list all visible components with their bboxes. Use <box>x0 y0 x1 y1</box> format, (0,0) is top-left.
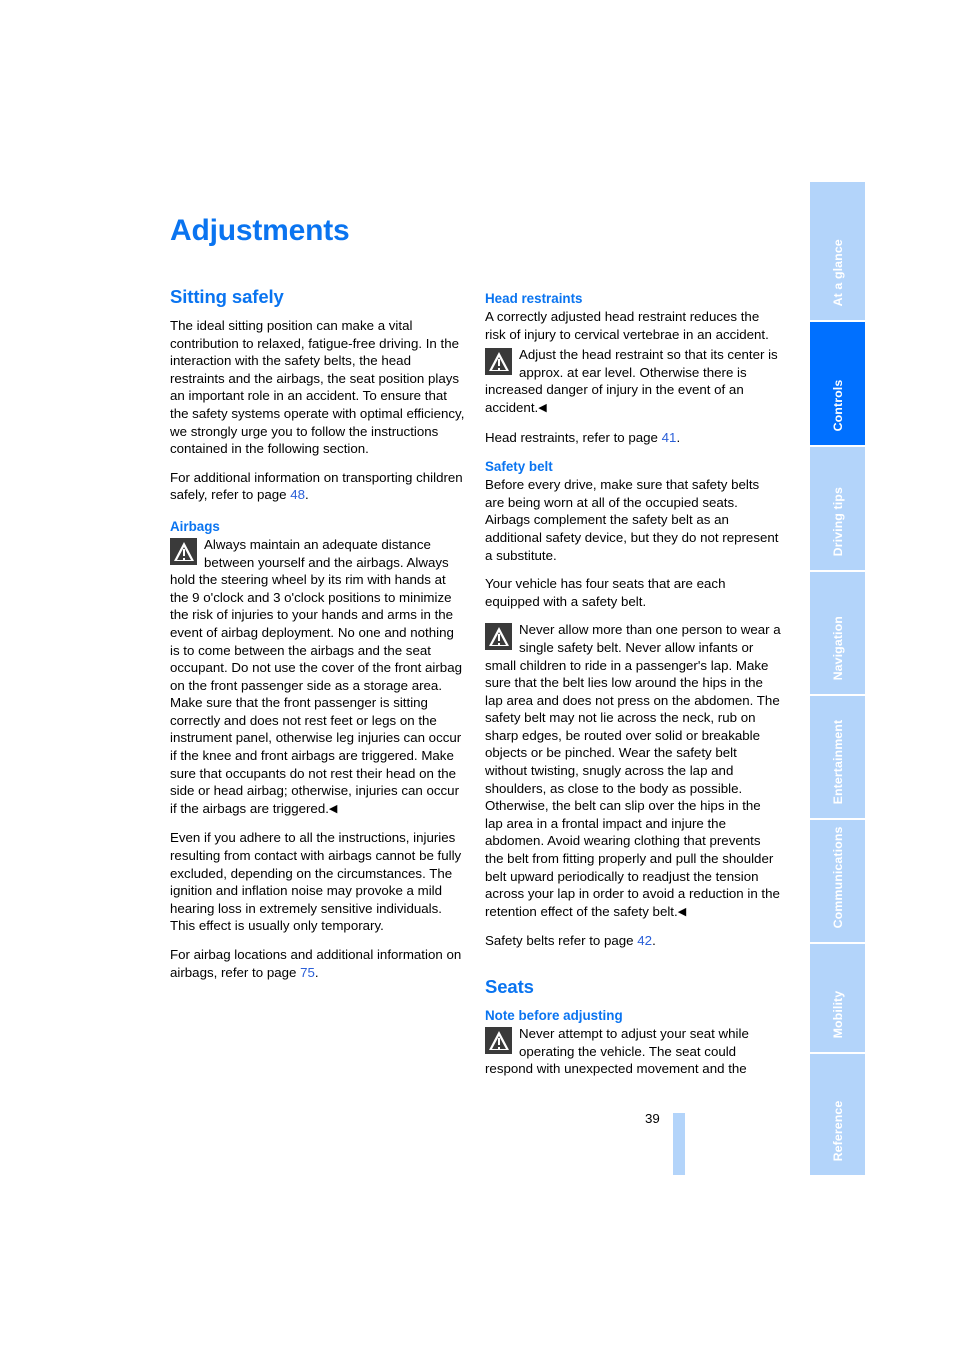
tab-entertainment[interactable]: Entertainment <box>810 696 865 820</box>
page-link-75[interactable]: 75 <box>300 965 315 980</box>
paragraph-safety-belt-1: Before every drive, make sure that safet… <box>485 477 779 563</box>
tab-label: Communications <box>830 826 845 928</box>
exclamation-mark-glyph <box>498 359 501 370</box>
subsection-heading-note-before-adjusting: Note before adjusting <box>485 1008 623 1023</box>
paragraph-head-restraints: A correctly adjusted head restraint redu… <box>485 309 769 342</box>
subsection-heading-airbags: Airbags <box>170 518 220 534</box>
warning-block-note-before-adjusting: Never attempt to adjust your seat while … <box>485 1025 781 1078</box>
tab-reference[interactable]: Reference <box>810 1054 865 1175</box>
exclamation-mark-glyph <box>498 634 501 646</box>
warning-text-airbags: Always maintain an adequate distance bet… <box>170 536 466 819</box>
left-text-column: Adjustments Sitting safely The ideal sit… <box>170 214 466 992</box>
airbag-locations-suffix: . <box>314 964 319 980</box>
paragraph-head-restraints-reference: Head restraints, refer to page 41. <box>485 429 781 447</box>
warning-text-safety-belt: Never allow more than one person to wear… <box>485 621 781 921</box>
page-number: 39 <box>645 1111 660 1126</box>
tab-driving-tips[interactable]: Driving tips <box>810 447 865 572</box>
section-heading-seats: Seats <box>485 976 534 997</box>
warning-end-marker: ◀ <box>677 905 687 918</box>
safety-belt-ref-prefix: Safety belts refer to page <box>485 933 638 949</box>
exclamation-mark-glyph <box>498 1038 501 1049</box>
section-heading-sitting-safely: Sitting safely <box>170 286 284 307</box>
children-ref-prefix: For additional information on transporti… <box>170 469 463 503</box>
tab-navigation[interactable]: Navigation <box>810 572 865 696</box>
tab-communications[interactable]: Communications <box>810 820 865 944</box>
page-link-48[interactable]: 48 <box>290 487 305 502</box>
paragraph-safety-belt-reference: Safety belts refer to page 42. <box>485 932 781 950</box>
safety-belt-ref-suffix: . <box>652 933 656 949</box>
head-restraints-ref-prefix: Head restraints, refer to page <box>485 429 662 445</box>
right-text-column: Head restraints A correctly adjusted hea… <box>485 290 781 1089</box>
children-ref-suffix: . <box>305 487 309 503</box>
warning-end-marker: ◀ <box>538 401 547 414</box>
warning-text-head-restraints: Adjust the head restraint so that its ce… <box>485 346 781 417</box>
warning-block-airbags: Always maintain an adequate distance bet… <box>170 536 466 819</box>
tab-at-a-glance[interactable]: At a glance <box>810 182 865 322</box>
paragraph-airbags-note: Even if you adhere to all the instructio… <box>170 830 462 934</box>
warning-block-head-restraints: Adjust the head restraint so that its ce… <box>485 346 781 417</box>
warning-triangle-icon <box>170 537 197 565</box>
page-number-accent-bar <box>673 1113 685 1175</box>
subsection-heading-safety-belt: Safety belt <box>485 459 553 475</box>
tab-label: Navigation <box>830 615 845 680</box>
warning-airbags-line-3: Do not use the cover of the front airbag… <box>170 660 462 764</box>
tab-mobility[interactable]: Mobility <box>810 944 865 1054</box>
subsection-heading-head-restraints: Head restraints <box>485 291 583 306</box>
tab-label: At a glance <box>830 238 845 306</box>
warning-safety-belt-body: Never allow more than one person to wear… <box>485 622 781 919</box>
chapter-tab-rail: At a glance Controls Driving tips Naviga… <box>810 182 865 1177</box>
page-link-42[interactable]: 42 <box>637 933 652 948</box>
tab-label: Entertainment <box>830 719 845 804</box>
exclamation-mark-glyph <box>183 548 186 560</box>
warning-end-marker: ◀ <box>328 802 338 815</box>
tab-label: Reference <box>830 1100 845 1161</box>
page-link-41[interactable]: 41 <box>662 430 677 445</box>
warning-triangle-icon <box>485 348 512 376</box>
tab-label: Mobility <box>830 990 845 1038</box>
page-title: Adjustments <box>170 214 350 247</box>
paragraph-airbag-locations: For airbag locations and additional info… <box>170 946 466 981</box>
tab-label: Driving tips <box>830 486 845 556</box>
paragraph-children-reference: For additional information on transporti… <box>170 469 466 504</box>
tab-label: Controls <box>830 379 845 431</box>
manual-page: Adjustments Sitting safely The ideal sit… <box>0 0 954 1351</box>
warning-triangle-icon <box>485 623 512 651</box>
warning-text-note-before-adjusting: Never attempt to adjust your seat while … <box>485 1026 749 1077</box>
paragraph-sitting-safely-intro: The ideal sitting position can make a vi… <box>170 318 465 457</box>
warning-block-safety-belt: Never allow more than one person to wear… <box>485 621 781 921</box>
paragraph-safety-belt-2: Your vehicle has four seats that are eac… <box>485 576 726 609</box>
warning-triangle-icon <box>485 1027 512 1054</box>
tab-controls[interactable]: Controls <box>810 322 865 447</box>
head-restraints-ref-suffix: . <box>676 429 681 445</box>
warning-head-restraints-body: Adjust the head restraint so that its ce… <box>485 347 778 415</box>
